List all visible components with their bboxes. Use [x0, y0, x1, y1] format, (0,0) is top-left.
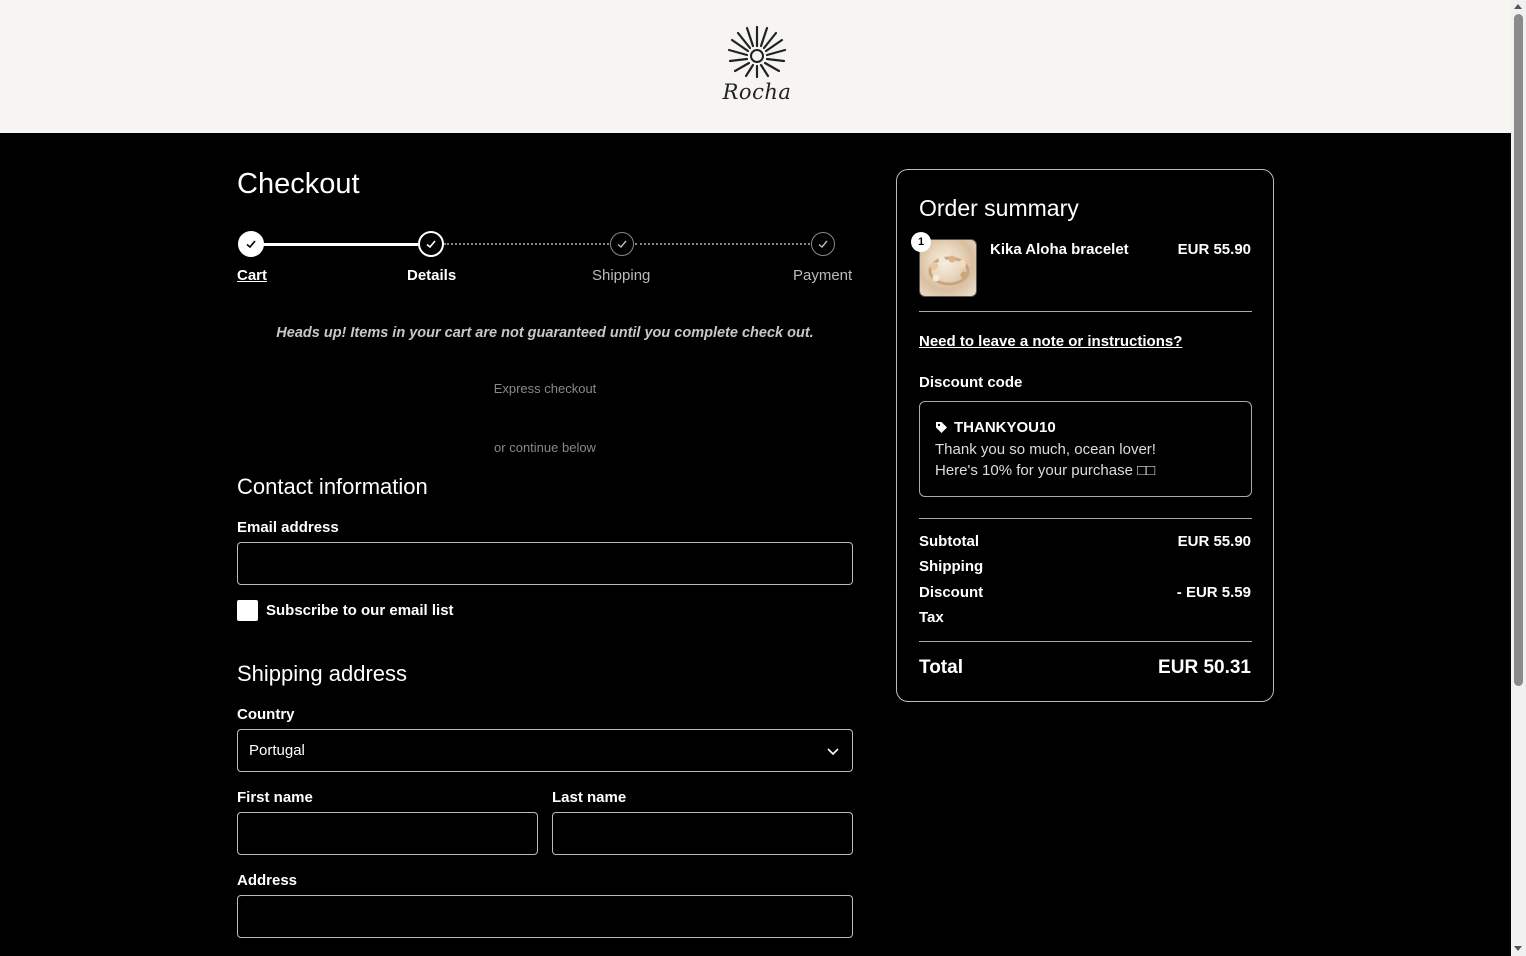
- discount-message-line: Thank you so much, ocean lover!: [935, 441, 1156, 458]
- subtotal-value: EUR 55.90: [1177, 533, 1251, 550]
- cart-reservation-notice: Heads up! Items in your cart are not gua…: [276, 325, 814, 341]
- contact-section-title: Contact information: [237, 474, 428, 499]
- tag-icon: [936, 422, 947, 433]
- summary-divider: [919, 311, 1252, 312]
- progress-line-pending: [635, 243, 810, 245]
- country-label: Country: [237, 706, 295, 723]
- step-payment-indicator: [811, 232, 835, 256]
- summary-divider: [919, 641, 1252, 642]
- step-cart-indicator[interactable]: [238, 231, 264, 257]
- country-select[interactable]: Portugal: [237, 729, 853, 772]
- first-name-label: First name: [237, 789, 313, 806]
- brand-name: Rocha: [722, 80, 792, 104]
- last-name-field[interactable]: [552, 812, 853, 855]
- subscribe-checkbox[interactable]: [237, 600, 258, 621]
- scroll-down-arrow-icon[interactable]: [1514, 946, 1522, 951]
- total-value: EUR 50.31: [1158, 657, 1251, 678]
- sun-burst-logo-icon: [727, 25, 787, 79]
- step-shipping-label: Shipping: [592, 267, 651, 284]
- country-select-value: Portugal: [249, 742, 305, 759]
- step-cart-link[interactable]: Cart: [237, 267, 267, 284]
- progress-line-pending: [444, 243, 609, 245]
- check-icon: [426, 240, 436, 249]
- discount-code: THANKYOU10: [954, 419, 1056, 436]
- quantity-badge: 1: [911, 232, 931, 252]
- tax-label: Tax: [919, 609, 944, 626]
- express-checkout-label: Express checkout: [493, 381, 597, 396]
- last-name-label: Last name: [552, 789, 627, 806]
- step-details-indicator: [418, 231, 444, 257]
- item-name: Kika Aloha bracelet: [990, 241, 1129, 258]
- order-summary-panel: Order summary 1 Kika Aloha bracelet EUR …: [896, 169, 1274, 702]
- page-title: Checkout: [237, 168, 360, 200]
- site-header: Rocha: [0, 0, 1511, 133]
- shipping-section-title: Shipping address: [237, 661, 408, 686]
- chevron-down-icon: [827, 748, 839, 756]
- summary-divider: [919, 518, 1252, 519]
- order-note-link[interactable]: Need to leave a note or instructions?: [919, 333, 1182, 350]
- order-summary-title: Order summary: [919, 195, 1079, 221]
- scroll-up-arrow-icon[interactable]: [1514, 4, 1522, 9]
- discount-row-label: Discount: [919, 584, 984, 601]
- scroll-thumb[interactable]: [1514, 14, 1523, 686]
- total-label: Total: [919, 657, 963, 678]
- continue-below-label: or continue below: [494, 440, 596, 455]
- progress-line-complete: [251, 243, 431, 246]
- subtotal-label: Subtotal: [919, 533, 979, 550]
- discount-message-line: Here's 10% for your purchase □□: [935, 462, 1156, 479]
- check-icon: [818, 240, 828, 248]
- item-price: EUR 55.90: [1177, 241, 1251, 258]
- email-label: Email address: [237, 519, 339, 536]
- discount-row-value: - EUR 5.59: [1176, 584, 1251, 601]
- check-icon: [617, 240, 627, 248]
- email-field[interactable]: [237, 542, 853, 585]
- step-details-label: Details: [407, 267, 457, 284]
- shipping-label: Shipping: [919, 558, 984, 575]
- brand-logo[interactable]: Rocha: [716, 24, 798, 108]
- step-shipping-indicator: [610, 232, 634, 256]
- discount-code-label: Discount code: [919, 374, 1023, 391]
- first-name-field[interactable]: [237, 812, 538, 855]
- subscribe-label[interactable]: Subscribe to our email list: [266, 602, 454, 619]
- address-field[interactable]: [237, 895, 853, 938]
- discount-code-card[interactable]: THANKYOU10 Thank you so much, ocean love…: [919, 401, 1252, 497]
- step-payment-label: Payment: [793, 267, 853, 284]
- check-icon: [246, 240, 256, 249]
- address-label: Address: [237, 872, 298, 889]
- page-scrollbar[interactable]: [1511, 0, 1526, 956]
